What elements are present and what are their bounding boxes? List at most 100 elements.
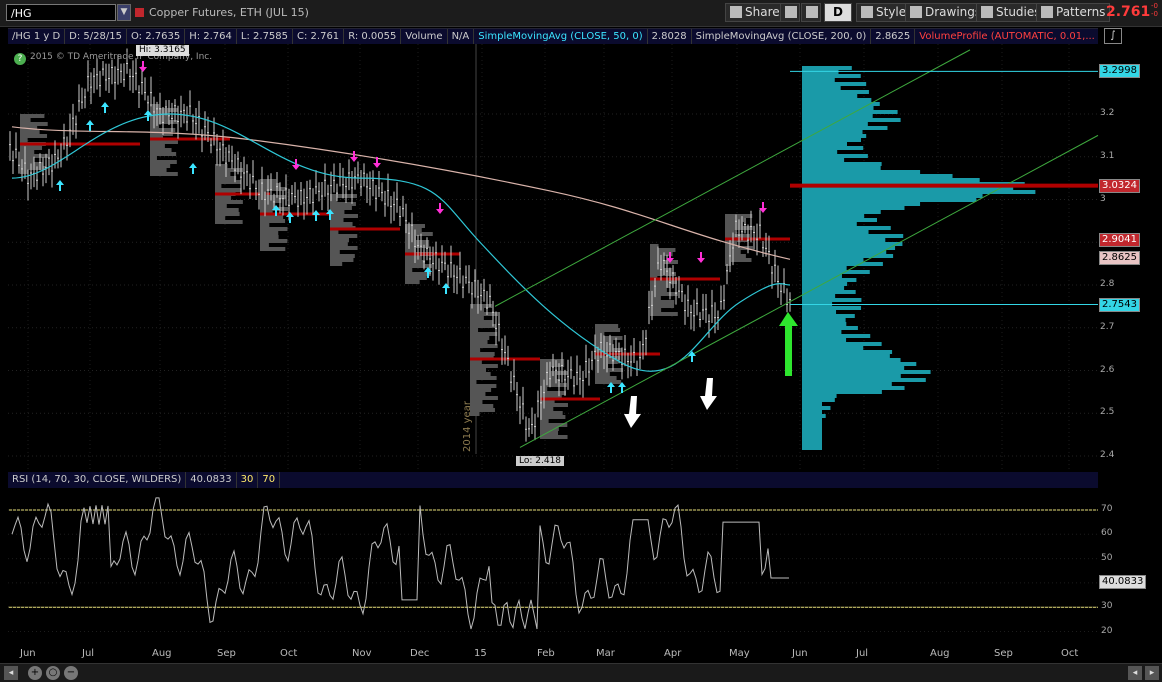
side-profile-bar (470, 332, 498, 336)
scroll-left-end-icon[interactable]: ◂ (1128, 666, 1142, 680)
symbol-link-icon[interactable] (135, 8, 144, 17)
side-profile-bar (405, 224, 426, 228)
side-profile-bar (330, 214, 358, 218)
side-profile-bar (150, 144, 165, 148)
price-chart[interactable] (0, 44, 1162, 469)
volume-profile-bar (802, 202, 921, 206)
side-profile-bar (650, 244, 659, 248)
period-label[interactable]: /HG 1 y D (8, 29, 66, 45)
side-profile-bar (330, 246, 358, 250)
side-profile-bar (595, 380, 622, 384)
volume-profile-bar (802, 370, 931, 374)
side-profile-bar (540, 435, 568, 439)
side-profile-bar (260, 191, 267, 195)
volume-profile-bar (802, 162, 882, 166)
time-tick-label: 15 (474, 648, 487, 659)
symbol-input[interactable]: /HG (6, 4, 116, 21)
sma200-label[interactable]: SimpleMovingAvg (CLOSE, 200, 0) (692, 29, 872, 45)
volume-profile-bar (802, 194, 983, 198)
side-profile-bar (470, 404, 494, 408)
side-profile-bar (20, 146, 43, 150)
low-label: Lo: 2.418 (516, 456, 565, 466)
side-profile-bar (725, 258, 752, 262)
side-profile-bar (150, 164, 171, 168)
side-profile-bar (260, 227, 288, 231)
drawing-tool-button[interactable] (801, 3, 821, 22)
style-button[interactable]: Style (856, 3, 912, 22)
price-tick-label: 2.8 (1100, 279, 1115, 289)
rsi-current-tag: 40.0833 (1099, 575, 1147, 589)
patterns-icon (1041, 6, 1053, 18)
zoom-in-icon[interactable]: + (28, 666, 42, 680)
side-profile-bar (470, 344, 498, 348)
symbol-dropdown-icon[interactable]: ▼ (117, 4, 131, 21)
side-profile-bar (405, 280, 420, 284)
volume-profile-bar (802, 230, 869, 234)
rsi-tick-label: 20 (1101, 625, 1113, 636)
time-tick-label: Sep (217, 648, 236, 659)
volume-profile-bar (802, 286, 845, 290)
info-icon[interactable]: ? (14, 53, 26, 65)
open-value: O: 2.7635 (127, 29, 186, 45)
volume-profile-bar (802, 298, 862, 302)
chart-style-icon[interactable]: ∫ (1104, 28, 1122, 44)
volume-label: Volume (401, 29, 448, 45)
share-icon (730, 6, 742, 18)
zoom-out-icon[interactable]: − (64, 666, 78, 680)
side-profile-bar (150, 140, 178, 144)
side-profile-bar (725, 254, 746, 258)
side-profile-bar (215, 188, 242, 192)
volume-profile-label[interactable]: VolumeProfile (AUTOMATIC, 0.01,... (915, 29, 1098, 45)
price-tick-label: 2.6 (1100, 364, 1115, 375)
bottom-bar: ◂ + ○ − ◂ ▸ (0, 663, 1162, 682)
rsi-chart[interactable] (0, 489, 1162, 649)
volume-profile-bar (802, 258, 864, 262)
volume-profile-bar (802, 294, 836, 298)
side-profile-bar (215, 208, 239, 212)
volume-value: N/A (448, 29, 475, 45)
side-profile-bar (260, 239, 288, 243)
side-profile-bar (650, 264, 665, 268)
high-value: H: 2.764 (185, 29, 237, 45)
volume-profile-bar (802, 330, 842, 334)
volume-profile-bar (802, 94, 858, 98)
volume-profile-bar (802, 254, 894, 258)
price-level-tag: 2.9041 (1099, 233, 1140, 248)
studies-icon (981, 6, 993, 18)
side-profile-bar (725, 214, 753, 218)
crosshair-tool-button[interactable] (780, 3, 800, 22)
volume-profile-bar (802, 242, 903, 246)
side-profile-bar (405, 236, 417, 240)
drawings-button[interactable]: Drawings (905, 3, 987, 22)
side-profile-bar (260, 215, 284, 219)
side-profile-bar (405, 248, 416, 252)
side-profile-bar (470, 336, 490, 340)
time-tick-label: Feb (537, 648, 555, 659)
volume-profile-bar (802, 218, 877, 222)
sma50-label[interactable]: SimpleMovingAvg (CLOSE, 50, 0) (474, 29, 648, 45)
side-profile-bar (260, 247, 286, 251)
side-profile-bar (20, 166, 46, 170)
aggregation-button[interactable]: D (824, 3, 852, 22)
price-tick-label: 3.1 (1100, 150, 1115, 161)
price-change: -0 -0 (1151, 2, 1158, 18)
scroll-right-icon[interactable]: ▸ (1145, 666, 1159, 680)
scroll-left-icon[interactable]: ◂ (4, 666, 18, 680)
patterns-button[interactable]: Patterns (1036, 3, 1111, 22)
volume-profile-bar (802, 410, 822, 414)
rsi-label[interactable]: RSI (14, 70, 30, CLOSE, WILDERS) (8, 472, 187, 488)
volume-profile-bar (802, 382, 892, 386)
side-profile-bar (470, 392, 486, 396)
side-profile-bar (330, 242, 348, 246)
volume-profile-bar (802, 406, 831, 410)
side-profile-bar (150, 160, 177, 164)
side-profile-bar (20, 122, 48, 126)
side-profile-bar (470, 348, 481, 352)
share-button[interactable]: Share (725, 3, 785, 22)
volume-profile-bar (802, 66, 852, 70)
side-profile-bar (215, 168, 243, 172)
side-profile-bar (595, 328, 621, 332)
volume-profile-bar (802, 198, 977, 202)
zoom-icon[interactable]: ○ (46, 666, 60, 680)
side-profile-bar (150, 148, 172, 152)
